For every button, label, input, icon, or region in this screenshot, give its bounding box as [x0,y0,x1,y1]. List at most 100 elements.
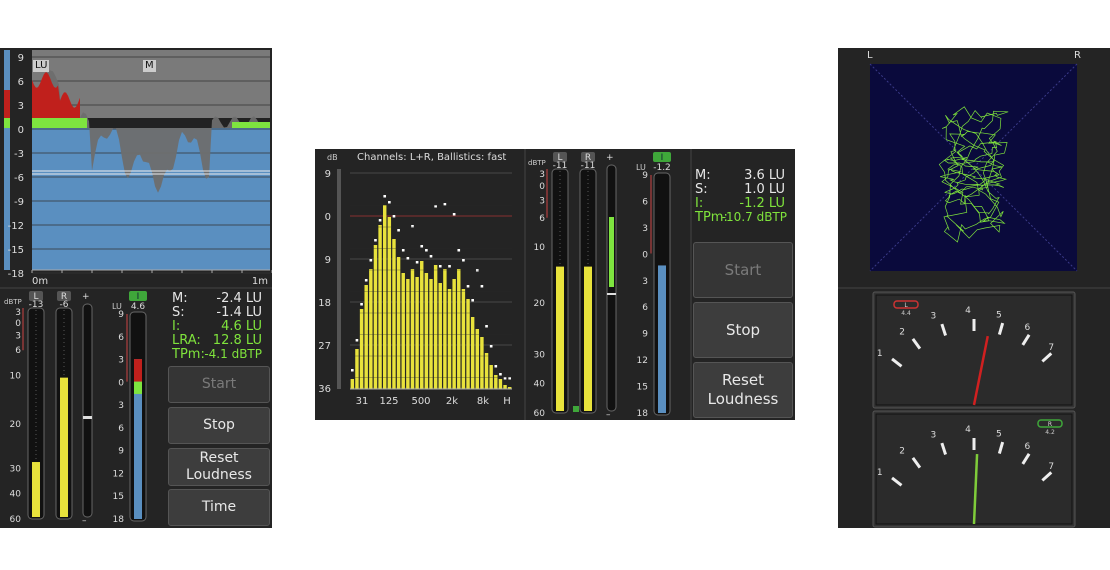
vu-scale-label: 7 [1048,462,1054,472]
spectrum-bar [359,309,364,389]
lu-meter-green [134,381,142,394]
dbtp-tick-label: 60 [534,409,546,419]
vu-scale-label: 6 [1024,442,1030,452]
spectrum-bar [475,329,479,389]
loudness-in-target-2 [232,122,270,128]
dbtp-tick-label: 40 [534,380,546,390]
spectrum-peak [388,201,391,204]
spectrum-bar [415,277,419,389]
spectrum-bar [443,269,447,389]
vu-scale-label: 6 [1024,323,1030,333]
i-label: I: [172,319,181,334]
x-tick-label: 500 [411,396,430,407]
m-label: M: [695,168,711,183]
spectrum-bar [406,279,410,389]
spectrum-bar [438,283,442,389]
dbtp-unit-label: dBTP [4,298,22,306]
start-button[interactable]: Start [693,242,793,298]
dbtp-tick-label: 20 [10,420,22,430]
spectrum-peak [351,369,354,372]
x-tick-label: 8k [477,396,489,407]
integrated-chip-label: I [137,292,140,302]
vu-scale-label: 4 [965,306,971,316]
y-tick-label: 9 [325,169,331,180]
scale-strip-green [4,118,10,128]
lu-tag: LU [33,60,50,72]
dbtp-tick-label: 0 [539,182,545,192]
lu-tick-label: 3 [642,224,648,234]
spectrum-peak [383,195,387,198]
spectrum-bar [489,365,493,389]
spectrum-bar [433,265,438,389]
spectrum-bar [498,379,503,389]
spectrum-peak [485,325,488,328]
time-button[interactable]: Time [168,489,270,526]
dbtp-tick-label: 40 [10,490,22,500]
lu-tick-label: 9 [118,310,124,320]
spectrum-peak [378,219,382,222]
spectrum-bar [355,349,359,389]
dbtp-tick-label: 6 [15,346,21,356]
scope-label-r: R [1074,50,1081,61]
lra-value: 12.8 LU [212,333,262,348]
y-tick-label: 27 [318,341,331,352]
range-marker [607,293,616,295]
loudness-readouts: M: -2.4 LU S: -1.4 LU I: 4.6 LU LRA: 12.… [172,292,268,364]
lu-tick-label: 9 [118,447,124,457]
spectrum-peak [457,249,461,252]
integrated-chip-label: I [661,153,664,163]
spectrum-bar [383,205,387,389]
tpm-value: -10.7 dBTP [721,210,787,224]
start-button[interactable]: Start [168,366,270,403]
lu-tick-label: 12 [113,469,124,479]
y-tick-label: -18 [8,269,24,280]
stop-button[interactable]: Stop [693,302,793,358]
dbtp-tick-label: 10 [534,243,546,253]
x-tick-label: H [503,396,511,407]
y-tick-label: -12 [8,221,24,232]
x-tick-label: 125 [379,396,398,407]
vu-scale-label: 3 [931,311,937,321]
lu-tick-label: 9 [642,171,648,181]
dbtp-tick-label: 60 [10,515,22,525]
spectrum-bar [401,273,405,389]
scope-label-l: L [867,50,873,61]
x-start-label: 0m [32,276,48,287]
lu-tick-label: 12 [637,356,648,366]
loudness-history-panel: 9 6 3 0 -3 -6 -9 -12 -15 -18 0m 1m dBTP 3 0 3 6 10 20 30 40 6… [0,48,272,528]
range-plus-label: + [82,292,90,302]
i-value: 4.6 LU [221,319,262,334]
reset-loudness-button[interactable]: Reset Loudness [693,362,793,418]
lu-meter-red [134,359,142,382]
spectrum-peak [401,249,405,252]
i-value: -1.2 LU [739,196,785,211]
y-tick-label: 36 [318,384,331,395]
y-tick-label: 9 [18,53,24,64]
spectrum-bar [396,257,401,389]
dbtp-tick-label: 0 [15,319,21,329]
y-tick-label: 18 [318,298,331,309]
spectrum-bar [369,269,373,389]
spectrum-peak [355,339,359,342]
spectrum-bar [452,279,456,389]
stop-button[interactable]: Stop [168,407,270,444]
dbtp-tick-label: 3 [539,170,545,180]
spectrum-bar [392,239,396,389]
spectrum-peak [448,265,451,268]
tpm-label: TPm: [172,347,205,362]
meter-level-r [584,266,592,411]
scale-strip-red [4,90,10,118]
spectrum-bar [466,299,470,389]
dbtp-tick-label: 30 [534,350,546,360]
spectrum-bar [364,285,368,389]
spectrum-peak [466,285,470,288]
spectrum-peak [499,373,502,376]
reset-loudness-button[interactable]: Reset Loudness [168,448,270,486]
clip-indicator [573,406,579,412]
lu-tick-label: 0 [118,378,124,388]
scale-strip [337,169,341,389]
lu-meter-level [658,265,666,413]
dbtp-tick-label: 6 [539,214,545,224]
spectrum-peak [415,261,419,264]
lu-value: -1.2 [653,163,671,173]
